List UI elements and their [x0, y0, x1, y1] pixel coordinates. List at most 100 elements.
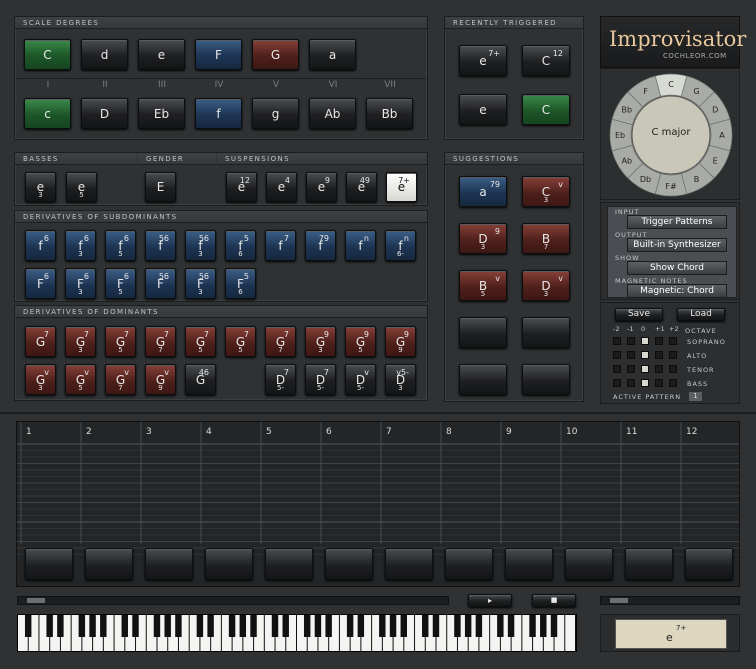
suggestion-chord-button[interactable]	[522, 317, 570, 348]
octave-led[interactable]	[669, 379, 677, 387]
scale-degree-button[interactable]: d	[81, 39, 128, 70]
pattern-trigger-pad[interactable]	[385, 548, 433, 580]
black-key[interactable]	[475, 615, 483, 637]
subdominant-chord-button[interactable]: F63	[65, 268, 96, 299]
recent-chord-button[interactable]: C	[522, 94, 570, 125]
subdominant-chord-button[interactable]: F56	[145, 268, 176, 299]
octave-led[interactable]	[613, 351, 621, 359]
scale-degree-button[interactable]: G	[252, 39, 299, 70]
subdominant-chord-button[interactable]: F56	[225, 268, 256, 299]
black-key[interactable]	[132, 615, 139, 637]
subdominant-chord-button[interactable]: fn	[345, 230, 376, 261]
octave-led[interactable]	[669, 337, 677, 345]
black-key[interactable]	[196, 615, 204, 637]
black-key[interactable]	[346, 615, 354, 637]
black-key[interactable]	[207, 615, 214, 637]
dominant-chord-button[interactable]: Dv 5-	[345, 364, 376, 395]
black-key[interactable]	[454, 615, 461, 637]
save-button[interactable]: Save	[615, 308, 663, 321]
black-key[interactable]	[121, 615, 128, 637]
black-key[interactable]	[357, 615, 365, 637]
subdominant-chord-button[interactable]: F65	[105, 268, 136, 299]
octave-led[interactable]	[641, 365, 649, 373]
play-button[interactable]: ▸	[468, 594, 512, 607]
octave-led[interactable]	[655, 379, 663, 387]
octave-led[interactable]	[627, 379, 635, 387]
black-key[interactable]	[529, 615, 536, 637]
suggestion-chord-button[interactable]: Cv3	[522, 176, 570, 207]
suggestion-chord-button[interactable]	[522, 364, 570, 395]
black-key[interactable]	[228, 615, 236, 637]
parallel-degree-button[interactable]: g	[252, 98, 299, 129]
octave-led[interactable]	[641, 337, 649, 345]
subdominant-chord-button[interactable]: f6	[25, 230, 56, 261]
pattern-trigger-pad[interactable]	[445, 548, 493, 580]
suspension-chord-button[interactable]: e4	[266, 172, 297, 202]
subdominant-chord-button[interactable]: f56	[145, 230, 176, 261]
pattern-trigger-pad[interactable]	[85, 548, 133, 580]
black-key[interactable]	[24, 615, 32, 637]
pattern-trigger-pad[interactable]	[565, 548, 613, 580]
subdominant-chord-button[interactable]: F 56 3	[185, 268, 216, 299]
octave-led[interactable]	[613, 337, 621, 345]
octave-led[interactable]	[669, 351, 677, 359]
pattern-trigger-pad[interactable]	[25, 548, 73, 580]
octave-led[interactable]	[641, 351, 649, 359]
octave-led[interactable]	[613, 365, 621, 373]
gender-button[interactable]: E	[145, 172, 176, 202]
octave-led[interactable]	[627, 337, 635, 345]
dominant-chord-button[interactable]: G93	[305, 326, 336, 357]
octave-led[interactable]	[655, 351, 663, 359]
subdominant-chord-button[interactable]: f 56 3	[185, 230, 216, 261]
dominant-chord-button[interactable]: G95	[345, 326, 376, 357]
black-key[interactable]	[389, 615, 397, 637]
suggestion-chord-button[interactable]: a 79	[459, 176, 507, 207]
stop-button[interactable]: ■	[532, 594, 576, 607]
black-key[interactable]	[325, 615, 332, 637]
suggestion-chord-button[interactable]: D93	[459, 223, 507, 254]
suggestion-chord-button[interactable]: B7	[522, 223, 570, 254]
pattern-trigger-pad[interactable]	[205, 548, 253, 580]
black-key[interactable]	[250, 615, 257, 637]
scale-degree-button[interactable]: e	[138, 39, 185, 70]
timeline-scrollbar[interactable]	[17, 596, 449, 605]
parallel-degree-button[interactable]: D	[81, 98, 128, 129]
volume-slider[interactable]	[600, 596, 740, 605]
octave-led[interactable]	[655, 337, 663, 345]
black-key[interactable]	[271, 615, 279, 637]
scale-degree-button[interactable]: F	[195, 39, 242, 70]
dominant-chord-button[interactable]: G75	[185, 326, 216, 357]
dominant-chord-button[interactable]: G73	[65, 326, 96, 357]
dominant-chord-button[interactable]: Gv3	[25, 364, 56, 395]
subdominant-chord-button[interactable]: f 79	[305, 230, 336, 261]
pattern-trigger-pad[interactable]	[265, 548, 313, 580]
octave-led[interactable]	[641, 379, 649, 387]
black-key[interactable]	[46, 615, 53, 637]
subdominant-chord-button[interactable]: f7	[265, 230, 296, 261]
suggestion-chord-button[interactable]: Bv5	[459, 270, 507, 301]
suggestion-chord-button[interactable]: Dv3	[522, 270, 570, 301]
subdominant-chord-button[interactable]: f56	[225, 230, 256, 261]
black-key[interactable]	[497, 615, 504, 637]
dominant-chord-button[interactable]: Dv5- 3	[385, 364, 416, 395]
parallel-degree-button[interactable]: c	[24, 98, 71, 129]
dominant-chord-button[interactable]: G75	[105, 326, 136, 357]
black-key[interactable]	[175, 615, 182, 637]
black-key[interactable]	[303, 615, 311, 637]
pattern-trigger-pad[interactable]	[145, 548, 193, 580]
dominant-chord-button[interactable]: G75	[225, 326, 256, 357]
black-key[interactable]	[540, 615, 547, 637]
black-key[interactable]	[379, 615, 386, 637]
parallel-degree-button[interactable]: Eb	[138, 98, 185, 129]
black-key[interactable]	[100, 615, 107, 637]
black-key[interactable]	[464, 615, 472, 637]
subdominant-chord-button[interactable]: f n 6-	[385, 230, 416, 261]
recent-chord-button[interactable]: e	[459, 94, 507, 125]
black-key[interactable]	[550, 615, 558, 637]
pattern-trigger-pad[interactable]	[505, 548, 553, 580]
pattern-trigger-pad[interactable]	[325, 548, 373, 580]
octave-led[interactable]	[669, 365, 677, 373]
parallel-degree-button[interactable]: f	[195, 98, 242, 129]
dominant-chord-button[interactable]: G77	[145, 326, 176, 357]
black-key[interactable]	[432, 615, 440, 637]
